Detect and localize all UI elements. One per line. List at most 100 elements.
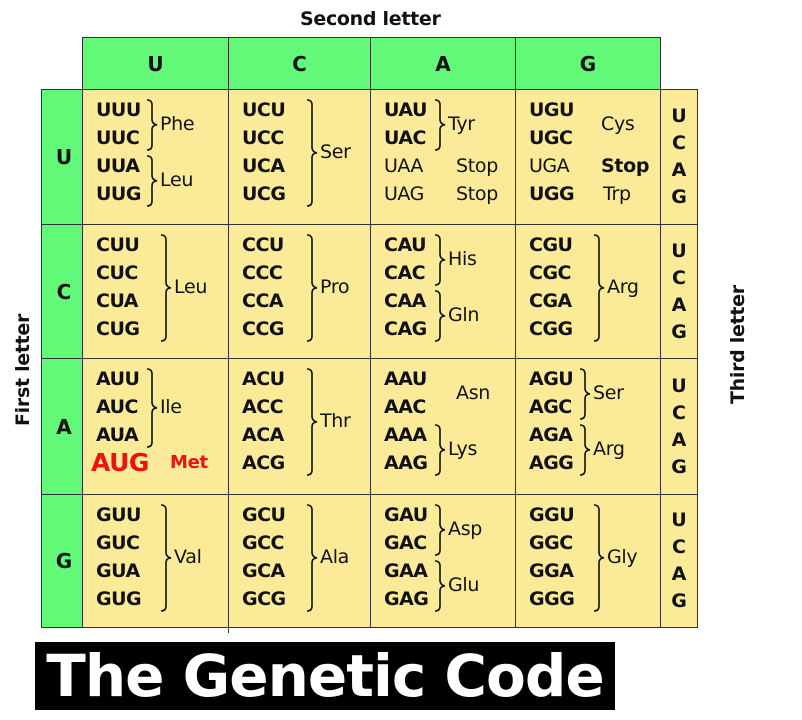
codon: CGC [529, 262, 571, 284]
codon: UCA [242, 155, 285, 177]
third-letter-u: U [671, 239, 687, 262]
codon: AGA [529, 424, 573, 446]
amino-acid-pro: Pro [320, 276, 350, 298]
first-letter-header-a: A [41, 358, 83, 495]
first-letter-header-g: G [41, 494, 83, 628]
amino-acid-ser: Ser [320, 141, 351, 163]
codon: UGC [529, 127, 573, 149]
codon: UAG [384, 183, 424, 205]
first-letter-header-u: U [41, 89, 83, 225]
amino-acid-lys: Lys [448, 438, 478, 460]
codon: AUC [96, 396, 139, 418]
codon: CCC [242, 262, 283, 284]
codon: UGG [529, 183, 575, 205]
brace-ser [306, 99, 318, 207]
third-letter-column: UCAG [660, 89, 698, 225]
codon: GGG [529, 588, 575, 610]
amino-acid-val: Val [174, 546, 202, 568]
amino-acid-leu: Leu [160, 169, 194, 191]
second-letter-label: Second letter [300, 8, 441, 30]
brace-phe [146, 99, 158, 151]
title-text: The Genetic Code [46, 642, 604, 710]
codon: UCG [242, 183, 286, 205]
codon: GCA [242, 560, 285, 582]
codon: AUA [96, 424, 139, 446]
amino-acid-his: His [448, 248, 477, 270]
amino-acid-gln: Gln [448, 304, 480, 326]
codon: CUU [96, 234, 140, 256]
brace-his [434, 234, 446, 286]
amino-acid-phe: Phe [160, 113, 195, 135]
codon: CUA [96, 290, 139, 312]
first-letter-label: First letter [12, 313, 34, 426]
brace-thr [306, 368, 318, 476]
third-letter-a: A [671, 159, 687, 181]
codon: AAU [384, 368, 427, 390]
brace-pro [306, 234, 318, 342]
codon: UUC [96, 127, 140, 149]
amino-acid-leu: Leu [174, 276, 208, 298]
codon: ACA [242, 424, 284, 446]
brace-ser [579, 368, 591, 420]
amino-acid-arg: Arg [607, 276, 639, 298]
codon: AAC [384, 396, 426, 418]
second-letter-header-g: G [515, 37, 661, 90]
codon: GGU [529, 504, 575, 526]
codon: AGC [529, 396, 572, 418]
codon: GGA [529, 560, 574, 582]
codon: UGU [529, 99, 574, 121]
codon: GAC [384, 532, 427, 554]
brace-asp [434, 504, 446, 556]
third-letter-u: U [671, 105, 687, 127]
second-letter-header-a: A [370, 37, 516, 90]
third-letter-c: C [672, 266, 686, 289]
codon: AUU [96, 368, 140, 390]
codon: GCG [242, 588, 286, 610]
amino-acid-trp: Trp [603, 183, 631, 205]
brace-gln [434, 290, 446, 342]
codon: UUU [96, 99, 141, 121]
codon: CAG [384, 318, 427, 340]
first-letter-header-c: C [41, 224, 83, 359]
third-letter-column: UCAG [660, 494, 698, 628]
third-letter-a: A [671, 563, 687, 585]
codon: CGG [529, 318, 573, 340]
codon: CGA [529, 290, 572, 312]
amino-acid-thr: Thr [320, 410, 351, 432]
codon: ACU [242, 368, 285, 390]
amino-acid-glu: Glu [448, 574, 480, 596]
amino-acid-tyr: Tyr [448, 113, 475, 135]
codon: UGA [529, 155, 570, 177]
brace-gly [593, 504, 605, 612]
amino-acid-arg: Arg [593, 438, 625, 460]
codon: CGU [529, 234, 573, 256]
codon: AAG [384, 452, 428, 474]
codon: UAU [384, 99, 427, 121]
codon: UAC [384, 127, 427, 149]
amino-acid-asp: Asp [448, 518, 483, 540]
amino-acid-met: Met [170, 452, 208, 473]
third-letter-a: A [671, 428, 687, 451]
codon: GUC [96, 532, 140, 554]
amino-acid-stop: Stop [456, 155, 498, 177]
codon: GUA [96, 560, 140, 582]
codon: CAU [384, 234, 427, 256]
third-letter-label: Third letter [727, 285, 749, 404]
third-letter-a: A [671, 293, 687, 316]
amino-acid-cys: Cys [601, 113, 635, 135]
amino-acid-ala: Ala [320, 546, 350, 568]
codon: GAU [384, 504, 428, 526]
brace-arg [579, 424, 591, 476]
second-letter-header-c: C [228, 37, 371, 90]
brace-leu [146, 155, 158, 207]
brace-val [160, 504, 172, 612]
brace-ile [146, 368, 158, 448]
codon: UUA [96, 155, 140, 177]
codon: GUU [96, 504, 141, 526]
third-letter-column: UCAG [660, 224, 698, 359]
codon: ACG [242, 452, 285, 474]
codon: CUC [96, 262, 138, 284]
third-letter-c: C [672, 132, 686, 154]
amino-acid-gly: Gly [607, 546, 638, 568]
codon: CAA [384, 290, 426, 312]
